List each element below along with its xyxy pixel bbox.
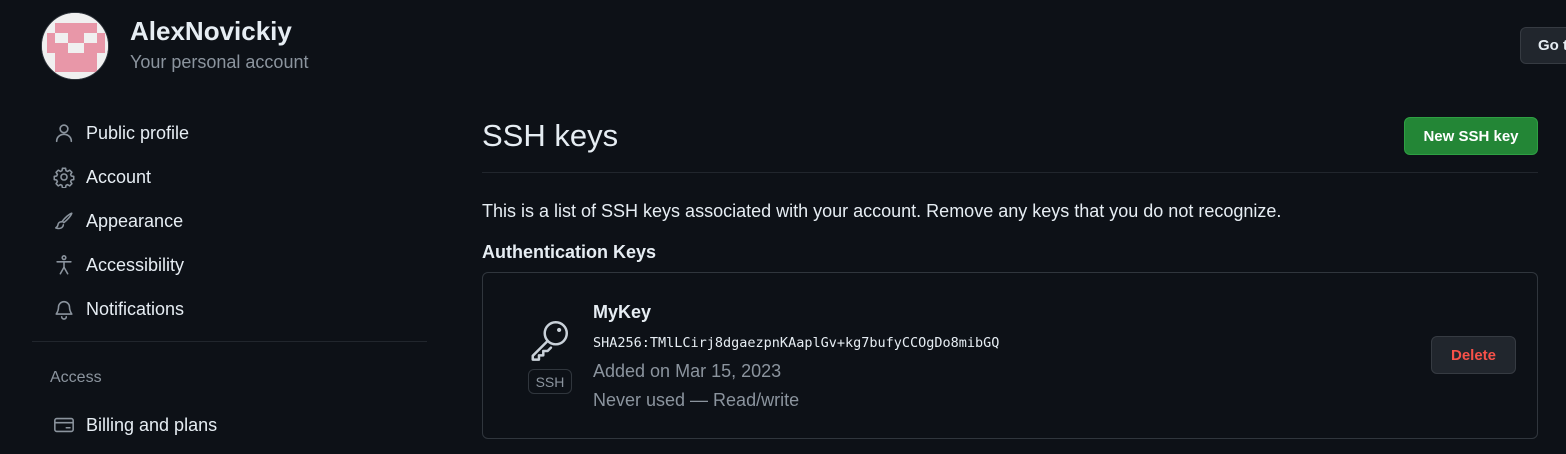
page-title: SSH keys: [482, 118, 619, 153]
sidebar-item-label: Public profile: [86, 122, 190, 143]
paintbrush-icon: [52, 209, 76, 233]
sidebar-divider: [32, 341, 427, 342]
new-ssh-key-button[interactable]: New SSH key: [1404, 117, 1538, 155]
sidebar-item-label: Appearance: [86, 210, 184, 231]
sidebar-item-account[interactable]: Account: [40, 158, 428, 196]
sidebar-item-label: Notifications: [86, 298, 185, 319]
sidebar-item-label: Account: [86, 166, 152, 187]
key-usage-status: Never used — Read/write: [593, 390, 800, 410]
go-to-profile-button[interactable]: Go t: [1520, 27, 1566, 64]
account-name[interactable]: AlexNovickiy: [130, 16, 292, 47]
key-added-date: Added on Mar 15, 2023: [593, 361, 782, 381]
sidebar-item-public-profile[interactable]: Public profile: [40, 114, 428, 152]
bell-icon: [52, 297, 76, 321]
sidebar-item-notifications[interactable]: Notifications: [40, 290, 428, 328]
sidebar-item-appearance[interactable]: Appearance: [40, 202, 428, 240]
key-title: MyKey: [593, 302, 652, 322]
sidebar-item-label: Accessibility: [86, 254, 185, 275]
sidebar-item-label: Billing and plans: [86, 414, 218, 435]
ssh-key-list-item: SSH MyKey SHA256:TMlLCirj8dgaezpnKAaplGv…: [482, 272, 1538, 439]
section-heading: Authentication Keys: [482, 242, 657, 262]
gear-icon: [52, 165, 76, 189]
accessibility-icon: [52, 253, 76, 277]
key-type-badge: SSH: [528, 369, 572, 394]
account-subtitle: Your personal account: [130, 52, 309, 72]
credit-card-icon: [52, 413, 76, 437]
sidebar-item-accessibility[interactable]: Accessibility: [40, 246, 428, 284]
person-icon: [52, 121, 76, 145]
key-fingerprint: SHA256:TMlLCirj8dgaezpnKAaplGv+kg7bufyCC…: [593, 335, 1000, 351]
avatar[interactable]: [41, 12, 109, 80]
sidebar-section-heading: Access: [50, 369, 102, 386]
title-divider: [482, 172, 1538, 173]
delete-key-button[interactable]: Delete: [1431, 336, 1516, 374]
sidebar-item-billing[interactable]: Billing and plans: [40, 406, 428, 444]
settings-page: AlexNovickiy Your personal account Go t …: [0, 0, 1566, 454]
key-icon: [527, 317, 573, 363]
identicon-icon: [42, 13, 108, 79]
intro-text: This is a list of SSH keys associated wi…: [482, 201, 1282, 221]
